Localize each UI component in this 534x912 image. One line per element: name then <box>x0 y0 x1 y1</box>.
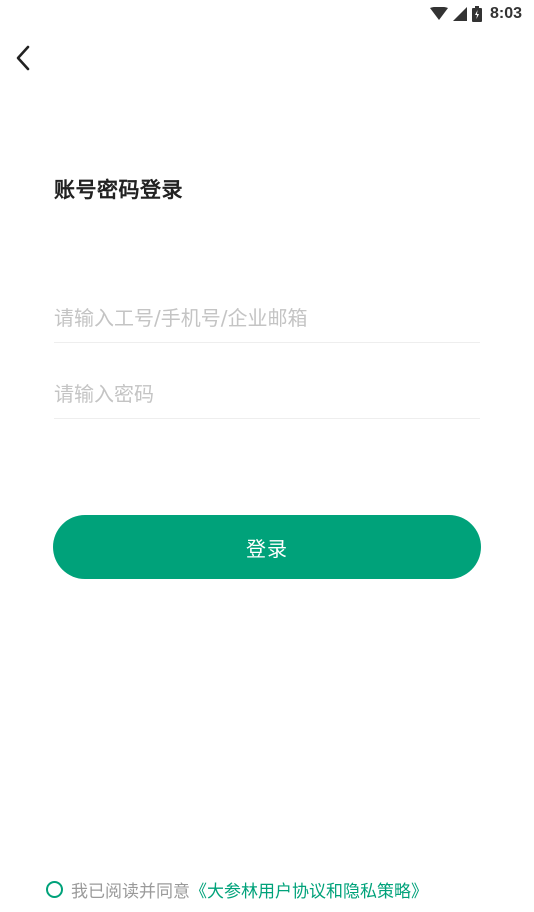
battery-icon <box>471 6 482 22</box>
agree-checkbox[interactable] <box>46 880 63 898</box>
user-agreement-link[interactable]: 《大参林用户协议和隐私策略》 <box>190 877 428 902</box>
status-time: 8:03 <box>489 5 522 22</box>
status-bar: 8:03 <box>0 0 534 28</box>
account-input[interactable] <box>54 298 480 338</box>
cell-signal-icon <box>452 7 467 21</box>
status-icons: 8:03 <box>429 4 522 24</box>
back-button[interactable] <box>8 42 38 74</box>
page-title: 账号密码登录 <box>54 178 183 202</box>
account-field <box>54 298 480 343</box>
agreement: 我已阅读并同意 《大参林用户协议和隐私策略》 <box>46 876 516 902</box>
agree-text: 我已阅读并同意 <box>71 881 190 902</box>
chevron-left-icon <box>16 45 30 71</box>
password-input[interactable] <box>54 374 480 414</box>
login-button[interactable]: 登录 <box>53 515 481 579</box>
wifi-icon <box>429 7 448 20</box>
password-field <box>54 374 480 419</box>
